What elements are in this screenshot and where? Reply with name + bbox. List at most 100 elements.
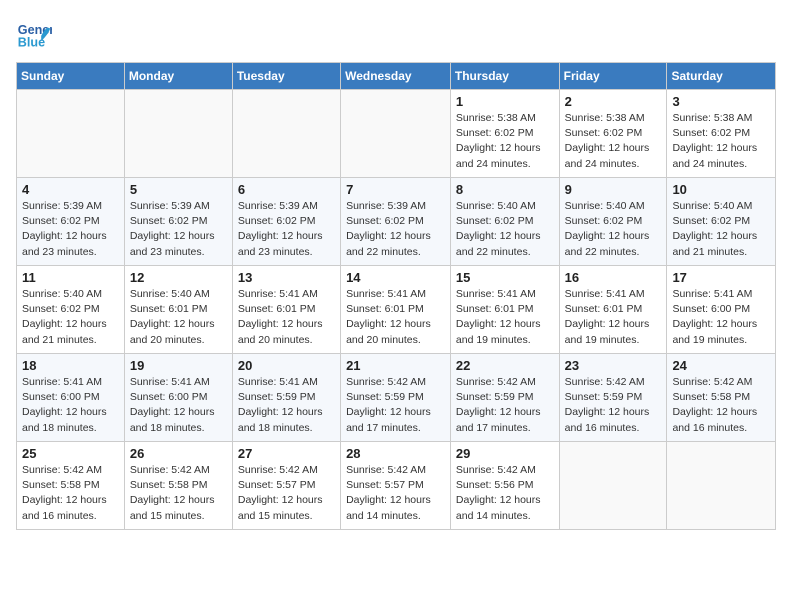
- weekday-header-tuesday: Tuesday: [232, 63, 340, 90]
- day-number: 20: [238, 358, 335, 373]
- day-info: Sunrise: 5:39 AM Sunset: 6:02 PM Dayligh…: [346, 199, 445, 260]
- day-number: 8: [456, 182, 554, 197]
- day-number: 6: [238, 182, 335, 197]
- calendar-week-row: 11Sunrise: 5:40 AM Sunset: 6:02 PM Dayli…: [17, 266, 776, 354]
- day-info: Sunrise: 5:39 AM Sunset: 6:02 PM Dayligh…: [130, 199, 227, 260]
- day-info: Sunrise: 5:41 AM Sunset: 6:00 PM Dayligh…: [130, 375, 227, 436]
- day-number: 22: [456, 358, 554, 373]
- day-number: 3: [672, 94, 770, 109]
- day-number: 28: [346, 446, 445, 461]
- calendar-cell: 22 Sunrise: 5:42 AM Sunset: 5:59 PM Dayli…: [450, 354, 559, 442]
- day-number: 5: [130, 182, 227, 197]
- calendar-cell: 13 Sunrise: 5:41 AM Sunset: 6:01 PM Dayli…: [232, 266, 340, 354]
- day-number: 2: [565, 94, 662, 109]
- day-info: Sunrise: 5:42 AM Sunset: 5:59 PM Dayligh…: [565, 375, 662, 436]
- logo: General Blue: [16, 16, 56, 52]
- calendar-cell: 20 Sunrise: 5:41 AM Sunset: 5:59 PM Dayli…: [232, 354, 340, 442]
- calendar-cell: 4 Sunrise: 5:39 AM Sunset: 6:02 PM Daylig…: [17, 178, 125, 266]
- calendar-cell: [667, 442, 776, 530]
- day-number: 26: [130, 446, 227, 461]
- day-number: 19: [130, 358, 227, 373]
- weekday-header-monday: Monday: [124, 63, 232, 90]
- calendar-cell: 2 Sunrise: 5:38 AM Sunset: 6:02 PM Daylig…: [559, 90, 667, 178]
- day-info: Sunrise: 5:42 AM Sunset: 5:59 PM Dayligh…: [346, 375, 445, 436]
- day-number: 9: [565, 182, 662, 197]
- day-info: Sunrise: 5:42 AM Sunset: 5:58 PM Dayligh…: [672, 375, 770, 436]
- day-number: 18: [22, 358, 119, 373]
- calendar-cell: 18 Sunrise: 5:41 AM Sunset: 6:00 PM Dayli…: [17, 354, 125, 442]
- calendar-cell: 25 Sunrise: 5:42 AM Sunset: 5:58 PM Dayli…: [17, 442, 125, 530]
- calendar-cell: 17 Sunrise: 5:41 AM Sunset: 6:00 PM Dayli…: [667, 266, 776, 354]
- day-info: Sunrise: 5:38 AM Sunset: 6:02 PM Dayligh…: [565, 111, 662, 172]
- calendar-cell: 19 Sunrise: 5:41 AM Sunset: 6:00 PM Dayli…: [124, 354, 232, 442]
- day-info: Sunrise: 5:40 AM Sunset: 6:02 PM Dayligh…: [672, 199, 770, 260]
- calendar-cell: 28Sunrise: 5:42 AM Sunset: 5:57 PM Dayli…: [341, 442, 451, 530]
- day-number: 21: [346, 358, 445, 373]
- weekday-header-thursday: Thursday: [450, 63, 559, 90]
- day-info: Sunrise: 5:41 AM Sunset: 5:59 PM Dayligh…: [238, 375, 335, 436]
- day-info: Sunrise: 5:41 AM Sunset: 6:01 PM Dayligh…: [238, 287, 335, 348]
- day-info: Sunrise: 5:42 AM Sunset: 5:56 PM Dayligh…: [456, 463, 554, 524]
- calendar-week-row: 4 Sunrise: 5:39 AM Sunset: 6:02 PM Daylig…: [17, 178, 776, 266]
- calendar-cell: 14 Sunrise: 5:41 AM Sunset: 6:01 PM Dayli…: [341, 266, 451, 354]
- calendar-week-row: 25 Sunrise: 5:42 AM Sunset: 5:58 PM Dayli…: [17, 442, 776, 530]
- calendar-cell: 6 Sunrise: 5:39 AM Sunset: 6:02 PM Daylig…: [232, 178, 340, 266]
- day-number: 13: [238, 270, 335, 285]
- calendar-cell: [341, 90, 451, 178]
- calendar-cell: 23Sunrise: 5:42 AM Sunset: 5:59 PM Dayli…: [559, 354, 667, 442]
- day-info: Sunrise: 5:41 AM Sunset: 6:01 PM Dayligh…: [346, 287, 445, 348]
- svg-text:Blue: Blue: [18, 36, 45, 50]
- day-number: 7: [346, 182, 445, 197]
- day-number: 10: [672, 182, 770, 197]
- calendar-cell: 24 Sunrise: 5:42 AM Sunset: 5:58 PM Dayli…: [667, 354, 776, 442]
- day-number: 4: [22, 182, 119, 197]
- day-number: 17: [672, 270, 770, 285]
- calendar-cell: 5 Sunrise: 5:39 AM Sunset: 6:02 PM Daylig…: [124, 178, 232, 266]
- day-number: 14: [346, 270, 445, 285]
- day-info: Sunrise: 5:41 AM Sunset: 6:00 PM Dayligh…: [672, 287, 770, 348]
- day-number: 25: [22, 446, 119, 461]
- day-info: Sunrise: 5:39 AM Sunset: 6:02 PM Dayligh…: [22, 199, 119, 260]
- calendar-cell: 27 Sunrise: 5:42 AM Sunset: 5:57 PM Dayli…: [232, 442, 340, 530]
- calendar-cell: 8Sunrise: 5:40 AM Sunset: 6:02 PM Daylig…: [450, 178, 559, 266]
- weekday-header-sunday: Sunday: [17, 63, 125, 90]
- calendar-table: SundayMondayTuesdayWednesdayThursdayFrid…: [16, 62, 776, 530]
- day-number: 12: [130, 270, 227, 285]
- calendar-cell: [232, 90, 340, 178]
- day-number: 27: [238, 446, 335, 461]
- calendar-cell: 29Sunrise: 5:42 AM Sunset: 5:56 PM Dayli…: [450, 442, 559, 530]
- day-info: Sunrise: 5:41 AM Sunset: 6:00 PM Dayligh…: [22, 375, 119, 436]
- day-number: 11: [22, 270, 119, 285]
- day-info: Sunrise: 5:41 AM Sunset: 6:01 PM Dayligh…: [456, 287, 554, 348]
- weekday-header-friday: Friday: [559, 63, 667, 90]
- logo-icon: General Blue: [16, 16, 52, 52]
- day-info: Sunrise: 5:41 AM Sunset: 6:01 PM Dayligh…: [565, 287, 662, 348]
- calendar-week-row: 18 Sunrise: 5:41 AM Sunset: 6:00 PM Dayli…: [17, 354, 776, 442]
- calendar-cell: 26 Sunrise: 5:42 AM Sunset: 5:58 PM Dayli…: [124, 442, 232, 530]
- calendar-cell: 15Sunrise: 5:41 AM Sunset: 6:01 PM Dayli…: [450, 266, 559, 354]
- calendar-cell: 7 Sunrise: 5:39 AM Sunset: 6:02 PM Daylig…: [341, 178, 451, 266]
- day-number: 1: [456, 94, 554, 109]
- calendar-week-row: 1 Sunrise: 5:38 AM Sunset: 6:02 PM Daylig…: [17, 90, 776, 178]
- day-info: Sunrise: 5:38 AM Sunset: 6:02 PM Dayligh…: [672, 111, 770, 172]
- day-info: Sunrise: 5:42 AM Sunset: 5:58 PM Dayligh…: [130, 463, 227, 524]
- day-info: Sunrise: 5:38 AM Sunset: 6:02 PM Dayligh…: [456, 111, 554, 172]
- day-info: Sunrise: 5:40 AM Sunset: 6:02 PM Dayligh…: [565, 199, 662, 260]
- calendar-cell: 10 Sunrise: 5:40 AM Sunset: 6:02 PM Dayli…: [667, 178, 776, 266]
- day-info: Sunrise: 5:42 AM Sunset: 5:57 PM Dayligh…: [238, 463, 335, 524]
- calendar-cell: 9 Sunrise: 5:40 AM Sunset: 6:02 PM Daylig…: [559, 178, 667, 266]
- day-info: Sunrise: 5:42 AM Sunset: 5:59 PM Dayligh…: [456, 375, 554, 436]
- calendar-cell: [559, 442, 667, 530]
- calendar-cell: 3 Sunrise: 5:38 AM Sunset: 6:02 PM Daylig…: [667, 90, 776, 178]
- day-number: 24: [672, 358, 770, 373]
- calendar-body: 1 Sunrise: 5:38 AM Sunset: 6:02 PM Daylig…: [17, 90, 776, 530]
- day-info: Sunrise: 5:40 AM Sunset: 6:01 PM Dayligh…: [130, 287, 227, 348]
- weekday-header-row: SundayMondayTuesdayWednesdayThursdayFrid…: [17, 63, 776, 90]
- day-info: Sunrise: 5:42 AM Sunset: 5:58 PM Dayligh…: [22, 463, 119, 524]
- page-header: General Blue: [16, 16, 776, 52]
- calendar-cell: 1 Sunrise: 5:38 AM Sunset: 6:02 PM Daylig…: [450, 90, 559, 178]
- calendar-cell: [17, 90, 125, 178]
- day-info: Sunrise: 5:39 AM Sunset: 6:02 PM Dayligh…: [238, 199, 335, 260]
- calendar-cell: [124, 90, 232, 178]
- weekday-header-wednesday: Wednesday: [341, 63, 451, 90]
